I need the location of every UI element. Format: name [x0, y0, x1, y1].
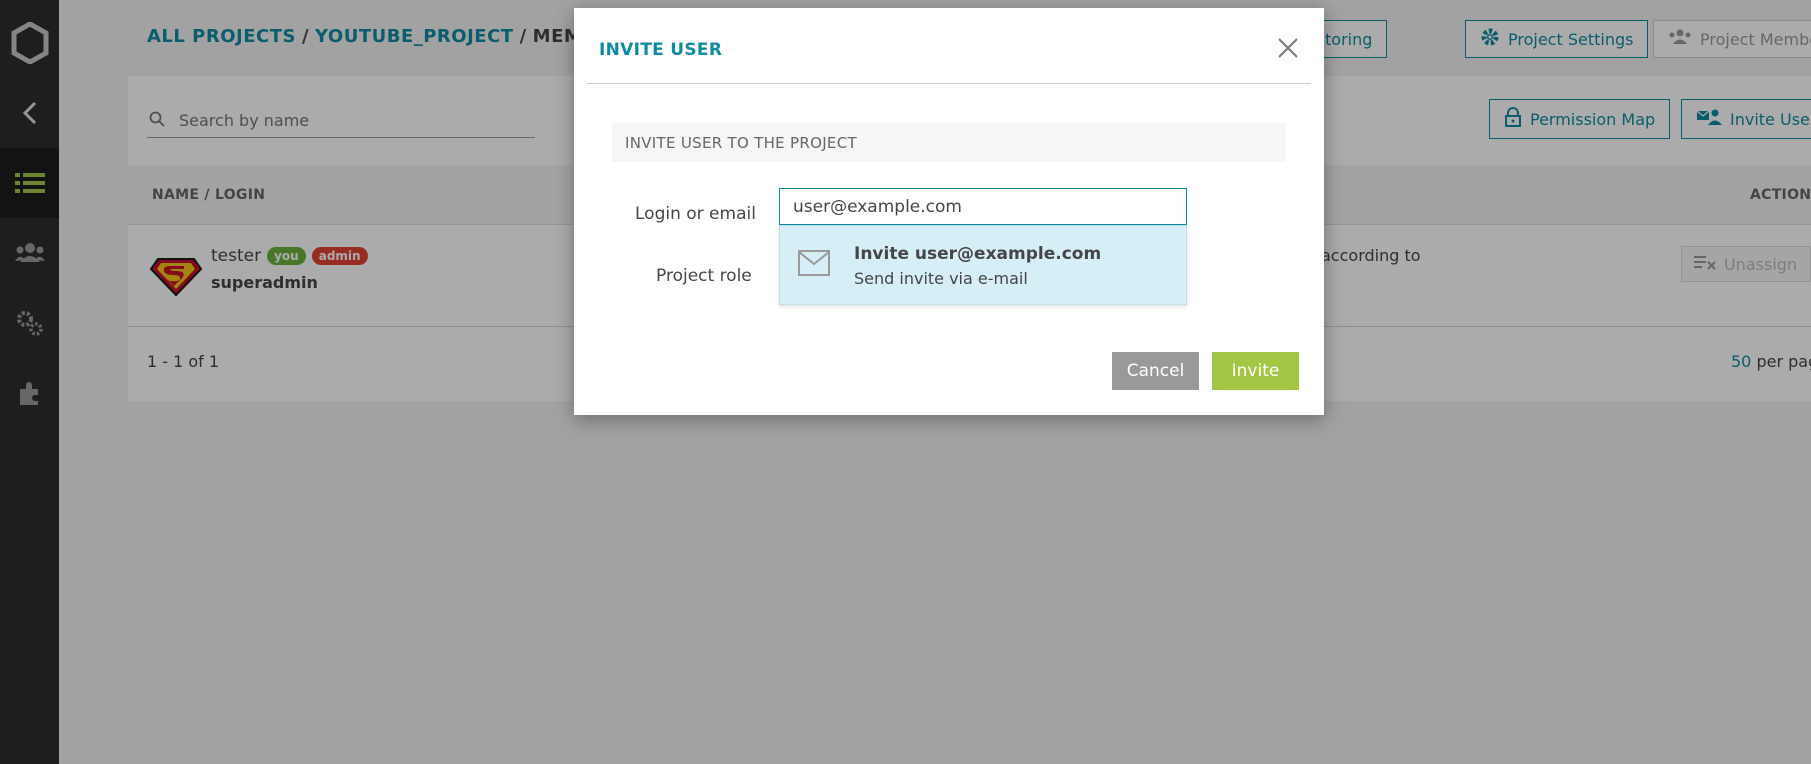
project-role-label: Project role [656, 266, 752, 286]
close-icon[interactable] [1276, 36, 1300, 60]
suggestion-subtitle: Send invite via e-mail [854, 269, 1028, 288]
mail-icon [798, 250, 830, 276]
modal-title: INVITE USER [599, 40, 723, 60]
invite-suggestion[interactable]: Invite user@example.com Send invite via … [779, 225, 1187, 305]
invite-button[interactable]: Invite [1212, 352, 1299, 390]
login-email-label: Login or email [635, 204, 756, 224]
login-email-input[interactable] [779, 188, 1187, 225]
invite-user-modal: INVITE USER INVITE USER TO THE PROJECT L… [574, 8, 1324, 415]
cancel-button[interactable]: Cancel [1112, 352, 1199, 390]
section-header: INVITE USER TO THE PROJECT [612, 123, 1286, 162]
modal-divider [587, 83, 1311, 84]
suggestion-title: Invite user@example.com [854, 244, 1102, 264]
